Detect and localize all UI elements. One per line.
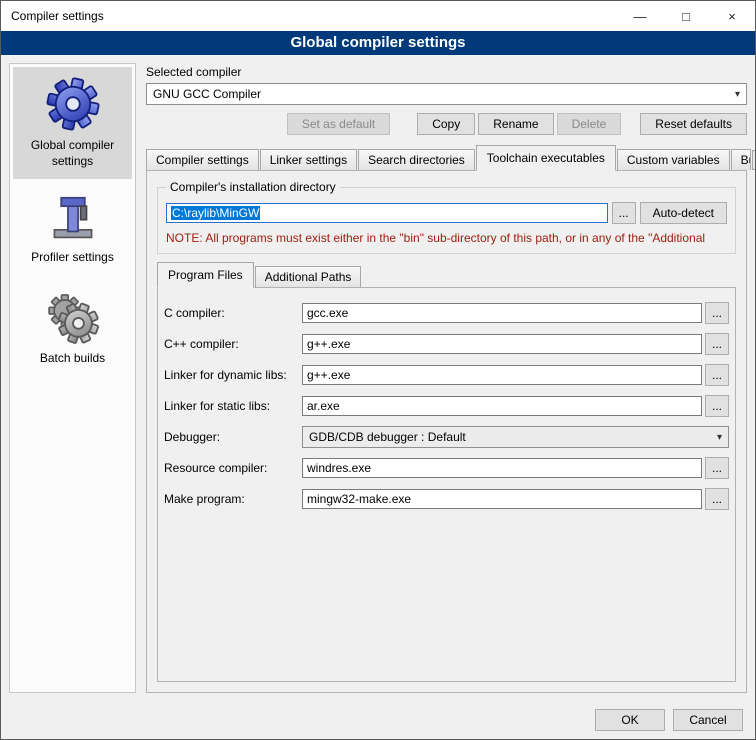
main-panel: Selected compiler GNU GCC Compiler ▾ Set…: [146, 63, 747, 693]
field-row-static-linker: Linker for static libs: ar.exe ...: [164, 395, 729, 417]
tab-linker-settings[interactable]: Linker settings: [260, 149, 357, 170]
blue-gear-icon: [15, 75, 130, 133]
field-value: ar.exe: [307, 399, 340, 413]
c-compiler-input[interactable]: gcc.exe: [302, 303, 702, 323]
page-title: Global compiler settings: [1, 31, 755, 55]
tab-compiler-settings[interactable]: Compiler settings: [146, 149, 259, 170]
tab-custom-variables[interactable]: Custom variables: [617, 149, 730, 170]
selected-compiler-dropdown[interactable]: GNU GCC Compiler ▾: [146, 83, 747, 105]
tab-toolchain-executables[interactable]: Toolchain executables: [476, 145, 616, 171]
field-row-debugger: Debugger: GDB/CDB debugger : Default ▾: [164, 426, 729, 448]
program-files-section: Program Files Additional Paths C compile…: [157, 262, 736, 682]
tab-build-options[interactable]: Buil: [731, 149, 751, 170]
copy-button[interactable]: Copy: [417, 113, 475, 135]
field-value: windres.exe: [307, 461, 371, 475]
delete-button[interactable]: Delete: [557, 113, 622, 135]
field-label: Linker for static libs:: [164, 399, 302, 413]
browse-button[interactable]: ...: [705, 302, 729, 324]
field-label: Make program:: [164, 492, 302, 506]
cpp-compiler-input[interactable]: g++.exe: [302, 334, 702, 354]
auto-detect-button[interactable]: Auto-detect: [640, 202, 727, 224]
field-label: Debugger:: [164, 430, 302, 444]
dialog-footer: OK Cancel: [1, 701, 755, 739]
tab-search-directories[interactable]: Search directories: [358, 149, 475, 170]
field-row-dynamic-linker: Linker for dynamic libs: g++.exe ...: [164, 364, 729, 386]
tab-scroll-arrows: ◄ ►: [752, 150, 756, 170]
selected-compiler-value: GNU GCC Compiler: [153, 87, 261, 101]
ok-button[interactable]: OK: [595, 709, 665, 731]
field-value: GDB/CDB debugger : Default: [309, 430, 466, 444]
set-as-default-button[interactable]: Set as default: [287, 113, 390, 135]
installation-directory-input[interactable]: C:\raylib\MinGW: [166, 203, 608, 223]
field-value: mingw32-make.exe: [307, 492, 411, 506]
debugger-select[interactable]: GDB/CDB debugger : Default ▾: [302, 426, 729, 448]
make-program-input[interactable]: mingw32-make.exe: [302, 489, 702, 509]
browse-button[interactable]: ...: [705, 457, 729, 479]
selected-path-text: C:\raylib\MinGW: [171, 206, 260, 220]
browse-button[interactable]: ...: [705, 333, 729, 355]
cancel-button[interactable]: Cancel: [673, 709, 743, 731]
dynamic-libs-linker-input[interactable]: g++.exe: [302, 365, 702, 385]
browse-button[interactable]: ...: [705, 488, 729, 510]
sidebar-item-batch-builds[interactable]: Batch builds: [13, 280, 132, 377]
sidebar-item-label: Global compiler settings: [15, 138, 130, 169]
installation-directory-row: C:\raylib\MinGW ... Auto-detect: [166, 202, 727, 224]
browse-button[interactable]: ...: [705, 364, 729, 386]
field-label: Linker for dynamic libs:: [164, 368, 302, 382]
installation-directory-group: Compiler's installation directory C:\ray…: [157, 187, 736, 254]
toolchain-executables-panel: Compiler's installation directory C:\ray…: [146, 170, 747, 693]
installation-note: NOTE: All programs must exist either in …: [166, 231, 727, 245]
sidebar-item-global-compiler-settings[interactable]: Global compiler settings: [13, 67, 132, 179]
field-row-c-compiler: C compiler: gcc.exe ...: [164, 302, 729, 324]
browse-button[interactable]: ...: [705, 395, 729, 417]
close-button[interactable]: ×: [709, 1, 755, 31]
subtabs-strip: Program Files Additional Paths: [157, 262, 736, 287]
chevron-down-icon: ▾: [717, 432, 722, 443]
chevron-down-icon: ▾: [735, 89, 740, 100]
subtab-program-files[interactable]: Program Files: [157, 262, 254, 288]
field-value: gcc.exe: [307, 306, 348, 320]
window-controls: — □ ×: [617, 1, 755, 31]
rename-button[interactable]: Rename: [478, 113, 553, 135]
gray-gears-icon: [15, 288, 130, 346]
compiler-buttons-row: Set as default Copy Rename Delete Reset …: [146, 113, 747, 135]
group-title: Compiler's installation directory: [166, 180, 340, 194]
selected-compiler-label: Selected compiler: [146, 65, 747, 79]
static-libs-linker-input[interactable]: ar.exe: [302, 396, 702, 416]
compiler-settings-window: Compiler settings — □ × Global compiler …: [0, 0, 756, 740]
resource-compiler-input[interactable]: windres.exe: [302, 458, 702, 478]
field-value: g++.exe: [307, 337, 350, 351]
sidebar-item-label: Batch builds: [15, 351, 130, 367]
field-row-resource-compiler: Resource compiler: windres.exe ...: [164, 457, 729, 479]
field-row-make-program: Make program: mingw32-make.exe ...: [164, 488, 729, 510]
minimize-button[interactable]: —: [617, 1, 663, 31]
field-label: Resource compiler:: [164, 461, 302, 475]
browse-directory-button[interactable]: ...: [612, 202, 636, 224]
window-title: Compiler settings: [1, 9, 104, 23]
dialog-content: Global compiler settings Profiler settin…: [1, 55, 755, 701]
subtab-additional-paths[interactable]: Additional Paths: [255, 266, 362, 287]
field-label: C compiler:: [164, 306, 302, 320]
maximize-button[interactable]: □: [663, 1, 709, 31]
sidebar-item-label: Profiler settings: [15, 250, 130, 266]
reset-defaults-button[interactable]: Reset defaults: [640, 113, 747, 135]
sidebar: Global compiler settings Profiler settin…: [9, 63, 136, 693]
tab-scroll-left-icon[interactable]: ◄: [752, 150, 756, 170]
sidebar-item-profiler-settings[interactable]: Profiler settings: [13, 183, 132, 276]
field-row-cpp-compiler: C++ compiler: g++.exe ...: [164, 333, 729, 355]
field-label: C++ compiler:: [164, 337, 302, 351]
titlebar: Compiler settings — □ ×: [1, 1, 755, 31]
program-files-panel: C compiler: gcc.exe ... C++ compiler: g+…: [157, 287, 736, 682]
profiler-tool-icon: [15, 191, 130, 245]
settings-tabstrip: Compiler settings Linker settings Search…: [146, 145, 747, 170]
field-value: g++.exe: [307, 368, 350, 382]
